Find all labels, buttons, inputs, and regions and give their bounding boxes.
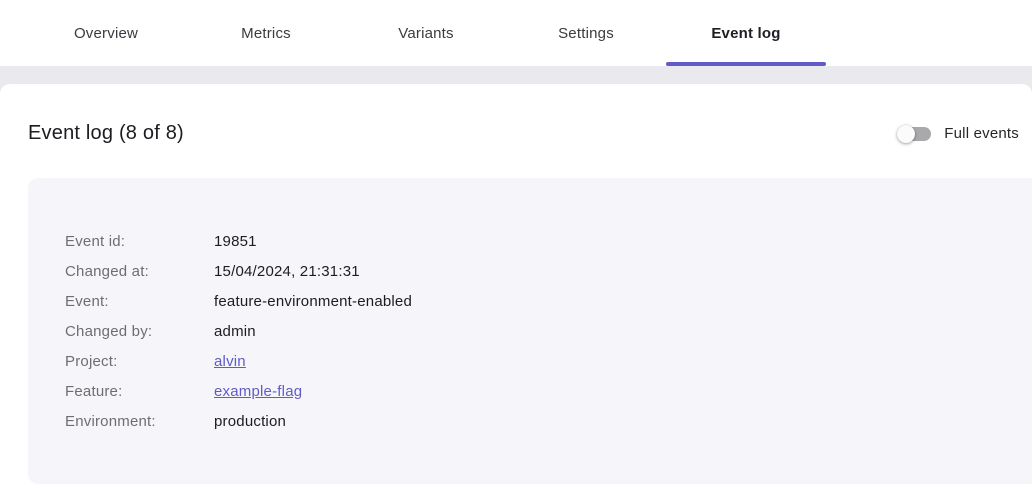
active-tab-indicator bbox=[666, 62, 826, 66]
full-events-toggle-label: Full events bbox=[944, 125, 1019, 142]
event-row-changed-by: Changed by: admin bbox=[65, 316, 1032, 346]
toggle-switch-track[interactable] bbox=[898, 127, 931, 141]
event-row-label: Feature: bbox=[65, 383, 214, 400]
event-row-event-type: Event: feature-environment-enabled bbox=[65, 286, 1032, 316]
event-card: Event id: 19851 Changed at: 15/04/2024, … bbox=[28, 178, 1032, 484]
event-row-value: admin bbox=[214, 323, 256, 340]
tab-settings-label: Settings bbox=[558, 25, 614, 42]
event-log-header: Event log (8 of 8) Full events bbox=[0, 84, 1032, 145]
event-row-environment: Environment: production bbox=[65, 406, 1032, 436]
tab-settings[interactable]: Settings bbox=[506, 0, 666, 66]
feature-tab-bar: Overview Metrics Variants Settings Event… bbox=[0, 0, 1032, 66]
tab-overview[interactable]: Overview bbox=[26, 0, 186, 66]
tab-variants-label: Variants bbox=[398, 25, 454, 42]
event-row-label: Event: bbox=[65, 293, 214, 310]
event-row-feature: Feature: example-flag bbox=[65, 376, 1032, 406]
event-row-event-id: Event id: 19851 bbox=[65, 226, 1032, 256]
page-title: Event log (8 of 8) bbox=[28, 122, 184, 145]
event-row-label: Project: bbox=[65, 353, 214, 370]
event-row-project: Project: alvin bbox=[65, 346, 1032, 376]
feature-link[interactable]: example-flag bbox=[214, 383, 302, 400]
tab-event-log[interactable]: Event log bbox=[666, 0, 826, 66]
event-row-changed-at: Changed at: 15/04/2024, 21:31:31 bbox=[65, 256, 1032, 286]
page-backdrop: Event log (8 of 8) Full events Event id:… bbox=[0, 66, 1032, 502]
toggle-switch-knob[interactable] bbox=[897, 125, 915, 143]
event-row-value: feature-environment-enabled bbox=[214, 293, 412, 310]
full-events-toggle[interactable]: Full events bbox=[898, 125, 1019, 142]
event-row-value: 15/04/2024, 21:31:31 bbox=[214, 263, 360, 280]
event-row-value: 19851 bbox=[214, 233, 257, 250]
tab-metrics[interactable]: Metrics bbox=[186, 0, 346, 66]
tab-event-log-label: Event log bbox=[711, 25, 780, 42]
event-row-value: production bbox=[214, 413, 286, 430]
tab-variants[interactable]: Variants bbox=[346, 0, 506, 66]
event-row-label: Event id: bbox=[65, 233, 214, 250]
event-row-label: Environment: bbox=[65, 413, 214, 430]
event-row-label: Changed at: bbox=[65, 263, 214, 280]
tab-overview-label: Overview bbox=[74, 25, 138, 42]
event-log-panel: Event log (8 of 8) Full events Event id:… bbox=[0, 84, 1032, 502]
project-link[interactable]: alvin bbox=[214, 353, 246, 370]
tab-metrics-label: Metrics bbox=[241, 25, 291, 42]
event-row-label: Changed by: bbox=[65, 323, 214, 340]
